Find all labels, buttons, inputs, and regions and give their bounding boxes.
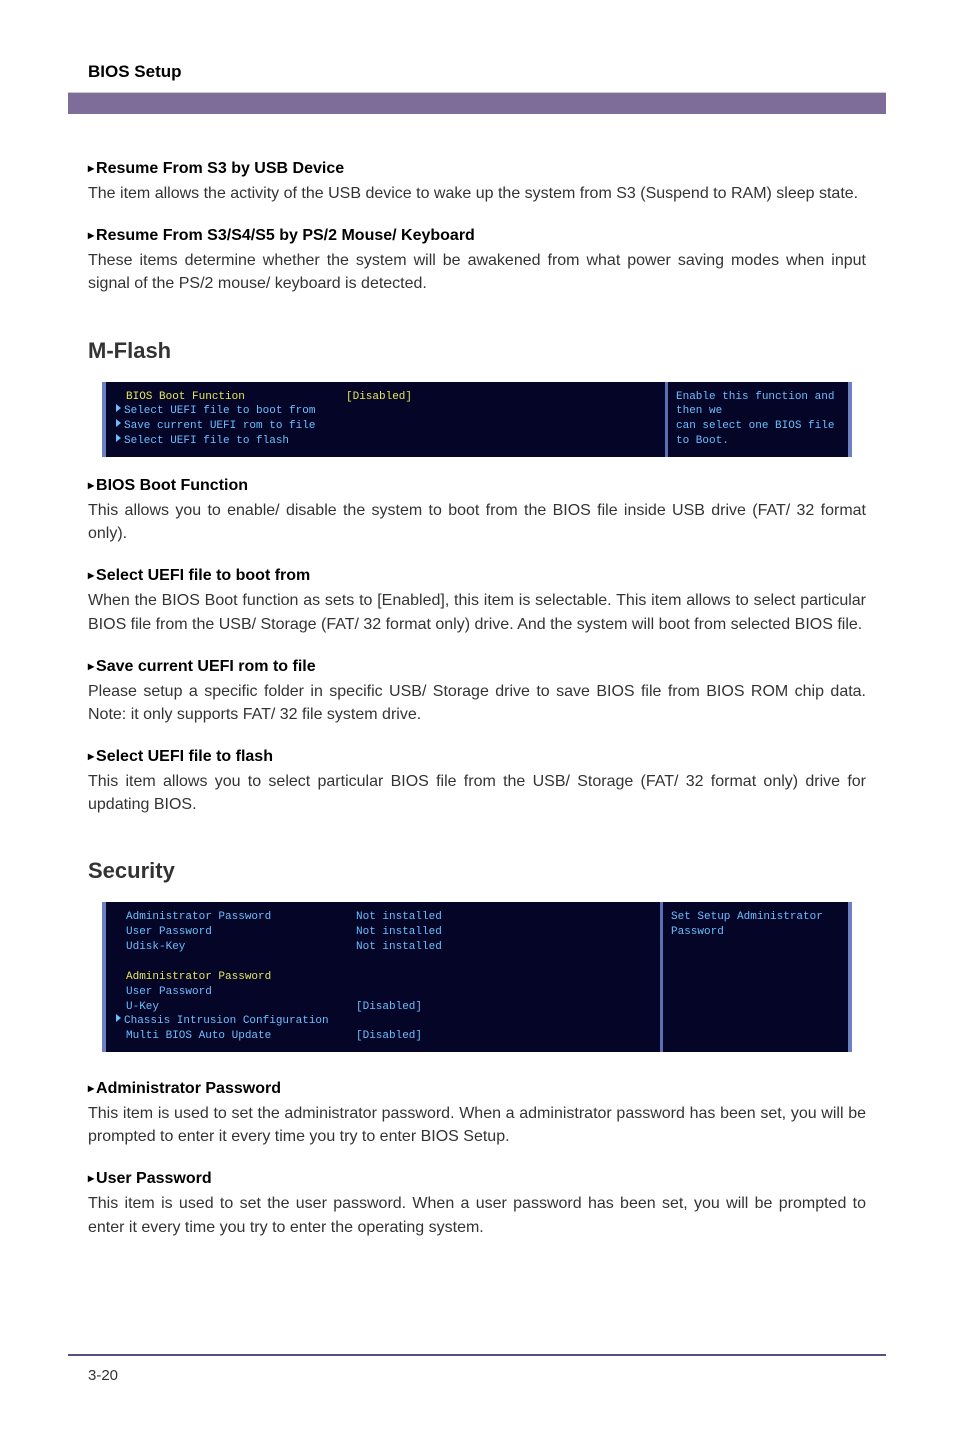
heading-text: Resume From S3 by USB Device <box>96 160 344 177</box>
item-text: This allows you to enable/ disable the s… <box>88 499 866 545</box>
item-heading-bios-boot: ▸BIOS Boot Function <box>88 477 866 495</box>
item-heading-resume-usb: ▸Resume From S3 by USB Device <box>88 160 866 178</box>
item-text: Please setup a specific folder in specif… <box>88 680 866 726</box>
bios-value: Not installed <box>356 925 650 940</box>
item-heading-select-uefi-flash: ▸Select UEFI file to flash <box>88 748 866 766</box>
mflash-bios-screenshot: BIOS Boot Function [Disabled] Select UEF… <box>102 382 852 457</box>
arrow-icon: ▸ <box>88 478 94 492</box>
arrow-icon: ▸ <box>88 161 94 175</box>
page-number: 3-20 <box>88 1367 118 1384</box>
item-text: The item allows the activity of the USB … <box>88 182 866 205</box>
heading-text: Save current UEFI rom to file <box>96 658 316 675</box>
heading-text: Select UEFI file to flash <box>96 748 273 765</box>
heading-text: Select UEFI file to boot from <box>96 567 310 584</box>
item-heading-save-uefi: ▸Save current UEFI rom to file <box>88 658 866 676</box>
bios-label: Select UEFI file to boot from <box>124 404 315 419</box>
bios-value: Not installed <box>356 910 650 925</box>
bios-value: [Disabled] <box>356 1000 650 1015</box>
arrow-icon: ▸ <box>88 1081 94 1095</box>
bios-help-pane: Set Setup Administrator Password <box>663 902 848 1052</box>
bios-value: [Disabled] <box>356 1029 650 1044</box>
bios-help-pane: Enable this function and then we can sel… <box>668 382 848 457</box>
heading-text: BIOS Boot Function <box>96 477 248 494</box>
bios-help-text: Set Setup Administrator Password <box>671 910 840 940</box>
bios-left-pane: Administrator Password Not installed Use… <box>106 902 663 1052</box>
bios-label: U-Key <box>126 1000 356 1015</box>
arrow-icon <box>116 404 121 412</box>
bios-label: Udisk-Key <box>126 940 356 955</box>
bios-label: Save current UEFI rom to file <box>124 419 315 434</box>
item-text: These items determine whether the system… <box>88 249 866 295</box>
header-bar <box>68 92 886 114</box>
item-heading-user-pass: ▸User Password <box>88 1170 866 1188</box>
heading-text: Resume From S3/S4/S5 by PS/2 Mouse/ Keyb… <box>96 227 475 244</box>
arrow-icon: ▸ <box>88 568 94 582</box>
bios-label: Administrator Password <box>126 970 271 985</box>
arrow-icon: ▸ <box>88 1171 94 1185</box>
arrow-icon <box>116 434 121 442</box>
item-heading-select-uefi-boot: ▸Select UEFI file to boot from <box>88 567 866 585</box>
bios-label: BIOS Boot Function <box>116 390 346 405</box>
footer-line <box>68 1354 886 1356</box>
bios-label: User Password <box>126 925 356 940</box>
bios-label: Select UEFI file to flash <box>124 434 289 449</box>
arrow-icon <box>116 419 121 427</box>
security-bios-screenshot: Administrator Password Not installed Use… <box>102 902 852 1052</box>
item-text: This item is used to set the user passwo… <box>88 1192 866 1238</box>
item-text: When the BIOS Boot function as sets to [… <box>88 589 866 635</box>
section-heading-security: Security <box>88 858 866 884</box>
arrow-icon: ▸ <box>88 749 94 763</box>
arrow-icon: ▸ <box>88 228 94 242</box>
item-text: This item is used to set the administrat… <box>88 1102 866 1148</box>
item-text: This item allows you to select particula… <box>88 770 866 816</box>
arrow-icon <box>116 1014 121 1022</box>
heading-text: User Password <box>96 1170 212 1187</box>
bios-label: Chassis Intrusion Configuration <box>124 1014 329 1029</box>
bios-value: [Disabled] <box>346 390 655 405</box>
page-title: BIOS Setup <box>88 62 954 82</box>
bios-label: User Password <box>126 985 212 1000</box>
bios-help-text: can select one BIOS file to Boot. <box>676 419 840 449</box>
arrow-icon: ▸ <box>88 659 94 673</box>
heading-text: Administrator Password <box>96 1080 281 1097</box>
bios-label: Administrator Password <box>126 910 356 925</box>
section-heading-mflash: M-Flash <box>88 338 866 364</box>
bios-left-pane: BIOS Boot Function [Disabled] Select UEF… <box>106 382 668 457</box>
item-heading-resume-ps2: ▸Resume From S3/S4/S5 by PS/2 Mouse/ Key… <box>88 227 866 245</box>
item-heading-admin-pass: ▸Administrator Password <box>88 1080 866 1098</box>
content: ▸Resume From S3 by USB Device The item a… <box>0 114 954 1239</box>
bios-label: Multi BIOS Auto Update <box>126 1029 356 1044</box>
bios-value: Not installed <box>356 940 650 955</box>
bios-help-text: Enable this function and then we <box>676 390 840 420</box>
